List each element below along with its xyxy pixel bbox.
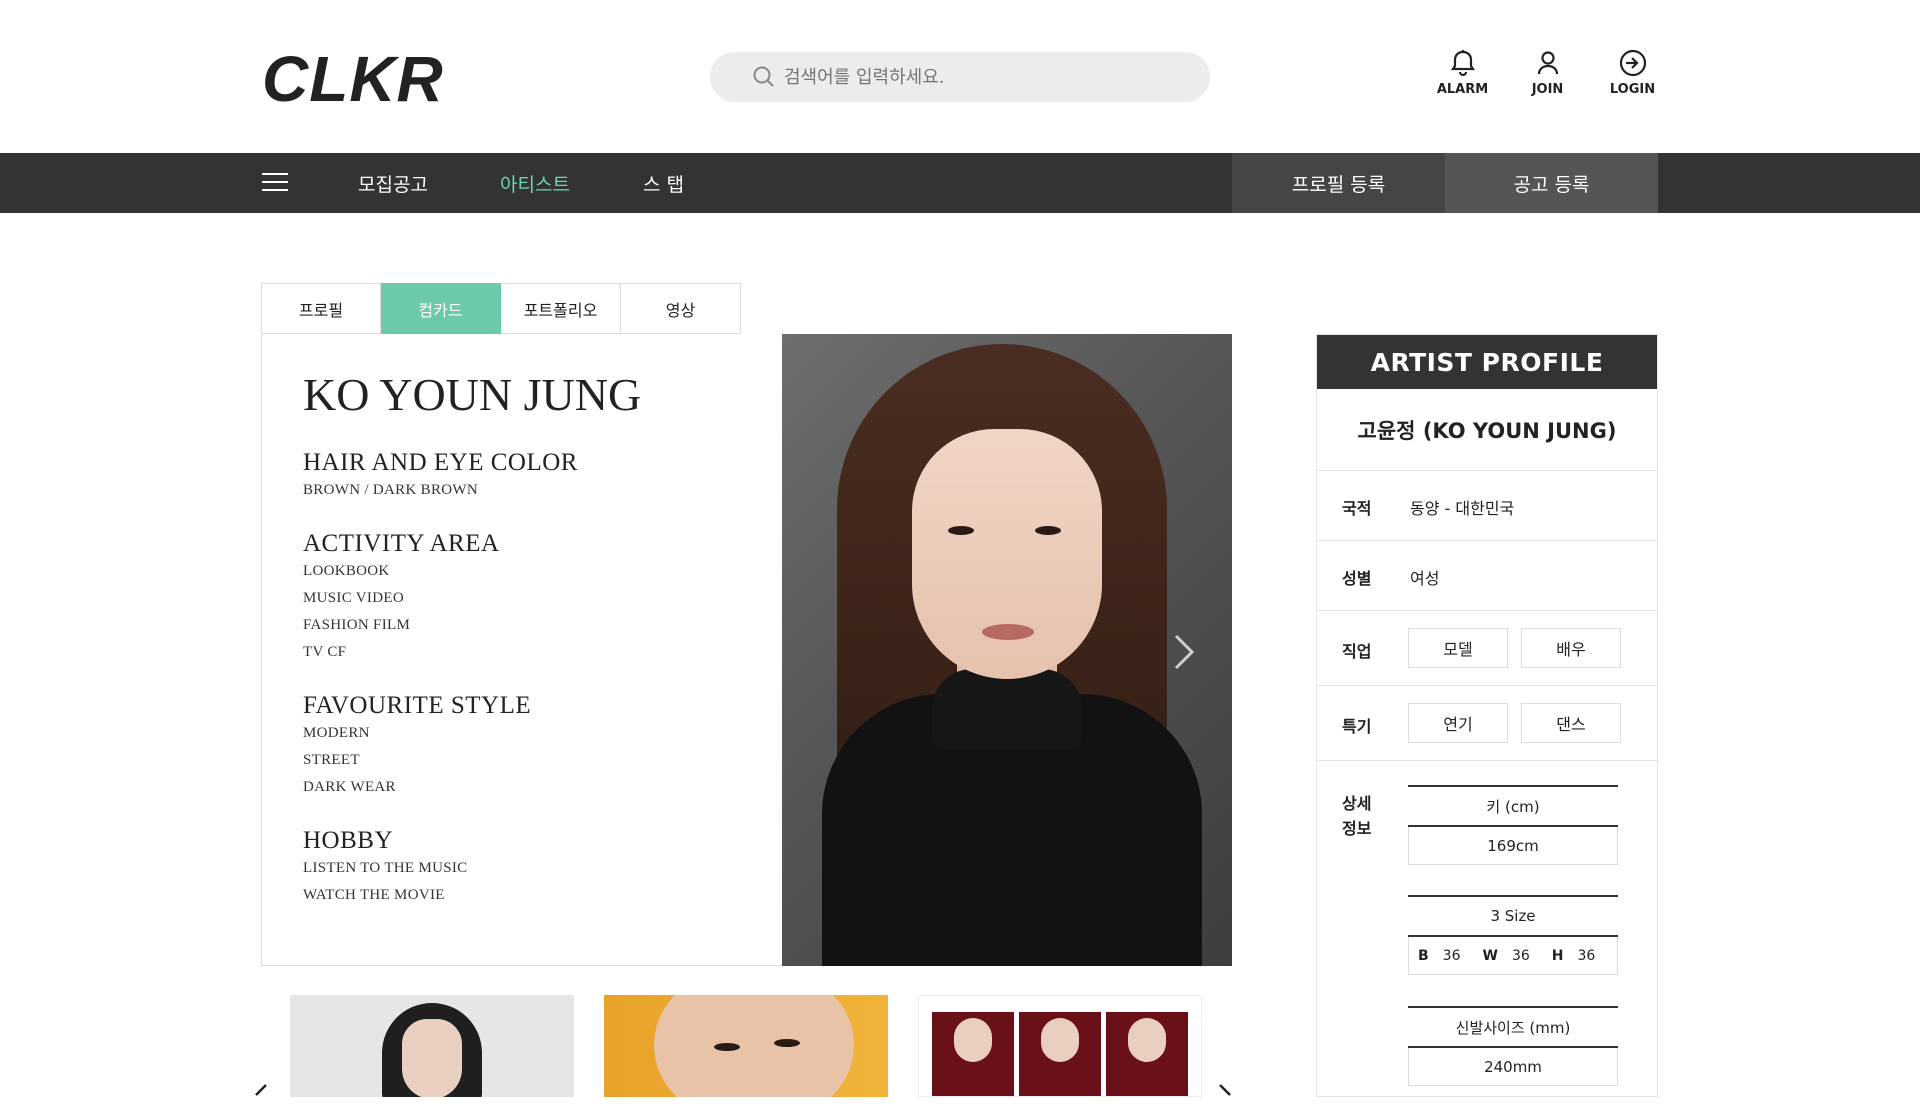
alarm-button[interactable]: ALARM bbox=[1420, 48, 1505, 97]
section-title: HOBBY bbox=[303, 827, 404, 854]
height-label: 키 (cm) bbox=[1408, 787, 1618, 827]
skill-row: 특기 연기 댄스 bbox=[1317, 686, 1657, 761]
nav-staff[interactable]: 스 탭 bbox=[643, 170, 684, 197]
size-box: 3 Size B 36 W 36 H 36 bbox=[1408, 895, 1618, 975]
portfolio-thumbnail[interactable] bbox=[918, 995, 1202, 1097]
search-input[interactable] bbox=[784, 66, 1184, 88]
thumbs-next-arrow-icon[interactable] bbox=[1218, 1083, 1234, 1107]
section-hair-eye: HAIR AND EYE COLOR BROWN / DARK BROWN bbox=[303, 449, 783, 504]
job-chip[interactable]: 모델 bbox=[1408, 628, 1508, 668]
bust-value: 36 bbox=[1442, 947, 1461, 964]
login-label: LOGIN bbox=[1609, 82, 1656, 97]
hip-label: H bbox=[1551, 947, 1564, 964]
tab-profile[interactable]: 프로필 bbox=[261, 283, 381, 334]
detail-label: 상세 정보 bbox=[1342, 791, 1371, 841]
section-item: FASHION FILM bbox=[303, 617, 411, 633]
nationality-label: 국적 bbox=[1342, 499, 1372, 518]
section-style: FAVOURITE STYLE MODERN STREET DARK WEAR bbox=[303, 692, 783, 801]
job-label: 직업 bbox=[1342, 642, 1372, 661]
section-item: DARK WEAR bbox=[303, 779, 396, 795]
detail-row: 상세 정보 키 (cm) 169cm 3 Size B 36 W 36 H 36… bbox=[1317, 761, 1657, 1101]
login-icon bbox=[1619, 49, 1646, 77]
height-box: 키 (cm) 169cm bbox=[1408, 785, 1618, 865]
shoe-value: 240mm bbox=[1408, 1048, 1618, 1086]
tab-portfolio[interactable]: 포트폴리오 bbox=[501, 283, 621, 334]
skill-chip[interactable]: 연기 bbox=[1408, 703, 1508, 743]
user-icon bbox=[1537, 51, 1558, 75]
section-title: FAVOURITE STYLE bbox=[303, 692, 542, 719]
tab-video[interactable]: 영상 bbox=[621, 283, 741, 334]
profile-tabs: 프로필 컴카드 포트폴리오 영상 bbox=[261, 283, 741, 334]
photo-next-arrow-icon[interactable] bbox=[1172, 632, 1196, 676]
section-item: TV CF bbox=[303, 644, 347, 660]
section-title: HAIR AND EYE COLOR bbox=[303, 449, 588, 476]
shoe-label: 신발사이즈 (mm) bbox=[1408, 1008, 1618, 1048]
thumbs-prev-arrow-icon[interactable] bbox=[252, 1083, 268, 1107]
waist-label: W bbox=[1482, 947, 1498, 964]
section-hobby: HOBBY LISTEN TO THE MUSIC WATCH THE MOVI… bbox=[303, 827, 783, 909]
size-label: 3 Size bbox=[1408, 897, 1618, 937]
join-button[interactable]: JOIN bbox=[1505, 48, 1590, 97]
section-item: MUSIC VIDEO bbox=[303, 590, 404, 606]
search-bar[interactable] bbox=[710, 52, 1210, 102]
compcard-info: KO YOUN JUNG HAIR AND EYE COLOR BROWN / … bbox=[261, 334, 783, 966]
gender-label: 성별 bbox=[1342, 569, 1372, 588]
main-nav: 모집공고 아티스트 스 탭 프로필 등록 공고 등록 bbox=[0, 153, 1920, 213]
bust-label: B bbox=[1418, 947, 1429, 964]
header: CLKR ALARM JOIN LOGIN bbox=[0, 0, 1920, 153]
hamburger-menu-icon[interactable] bbox=[262, 173, 288, 197]
alarm-label: ALARM bbox=[1436, 82, 1489, 97]
login-button[interactable]: LOGIN bbox=[1590, 48, 1675, 97]
nationality-value: 동양 - 대한민국 bbox=[1410, 499, 1515, 518]
register-post-button[interactable]: 공고 등록 bbox=[1445, 153, 1658, 213]
gender-value: 여성 bbox=[1410, 569, 1440, 588]
portfolio-thumbnail[interactable] bbox=[290, 995, 574, 1097]
nav-recruit[interactable]: 모집공고 bbox=[358, 170, 428, 197]
portfolio-thumbnail[interactable] bbox=[604, 995, 888, 1097]
bell-icon bbox=[1450, 50, 1475, 77]
artist-profile-heading: ARTIST PROFILE bbox=[1317, 335, 1657, 389]
job-chip[interactable]: 배우 bbox=[1521, 628, 1621, 668]
logo[interactable]: CLKR bbox=[262, 42, 444, 116]
skill-label: 특기 bbox=[1342, 717, 1372, 736]
waist-value: 36 bbox=[1511, 947, 1530, 964]
section-activity: ACTIVITY AREA LOOKBOOK MUSIC VIDEO FASHI… bbox=[303, 530, 783, 666]
nav-artist[interactable]: 아티스트 bbox=[500, 170, 570, 197]
artist-profile-panel: ARTIST PROFILE 고윤정 (KO YOUN JUNG) 국적 동양 … bbox=[1316, 334, 1658, 1097]
section-item: STREET bbox=[303, 752, 360, 768]
join-label: JOIN bbox=[1531, 82, 1564, 97]
header-actions: ALARM JOIN LOGIN bbox=[1420, 48, 1675, 97]
section-item: LISTEN TO THE MUSIC bbox=[303, 860, 468, 876]
register-profile-button[interactable]: 프로필 등록 bbox=[1232, 153, 1445, 213]
section-item: BROWN / DARK BROWN bbox=[303, 482, 478, 498]
search-icon bbox=[752, 65, 776, 93]
gender-row: 성별 여성 bbox=[1317, 541, 1657, 611]
artist-name: KO YOUN JUNG bbox=[303, 369, 642, 420]
section-item: WATCH THE MOVIE bbox=[303, 887, 445, 903]
section-item: LOOKBOOK bbox=[303, 563, 390, 579]
section-item: MODERN bbox=[303, 725, 370, 741]
hip-value: 36 bbox=[1577, 947, 1596, 964]
skill-chip[interactable]: 댄스 bbox=[1521, 703, 1621, 743]
artist-profile-name: 고윤정 (KO YOUN JUNG) bbox=[1317, 389, 1657, 471]
shoe-box: 신발사이즈 (mm) 240mm bbox=[1408, 1006, 1618, 1086]
size-values: B 36 W 36 H 36 bbox=[1408, 937, 1618, 975]
tab-compcard[interactable]: 컴카드 bbox=[381, 283, 501, 334]
job-row: 직업 모델 배우 bbox=[1317, 611, 1657, 686]
artist-main-photo bbox=[782, 334, 1232, 966]
section-title: ACTIVITY AREA bbox=[303, 530, 510, 557]
detail-label-line: 상세 bbox=[1342, 794, 1372, 813]
height-value: 169cm bbox=[1408, 827, 1618, 865]
detail-label-line: 정보 bbox=[1342, 819, 1372, 838]
nationality-row: 국적 동양 - 대한민국 bbox=[1317, 471, 1657, 541]
